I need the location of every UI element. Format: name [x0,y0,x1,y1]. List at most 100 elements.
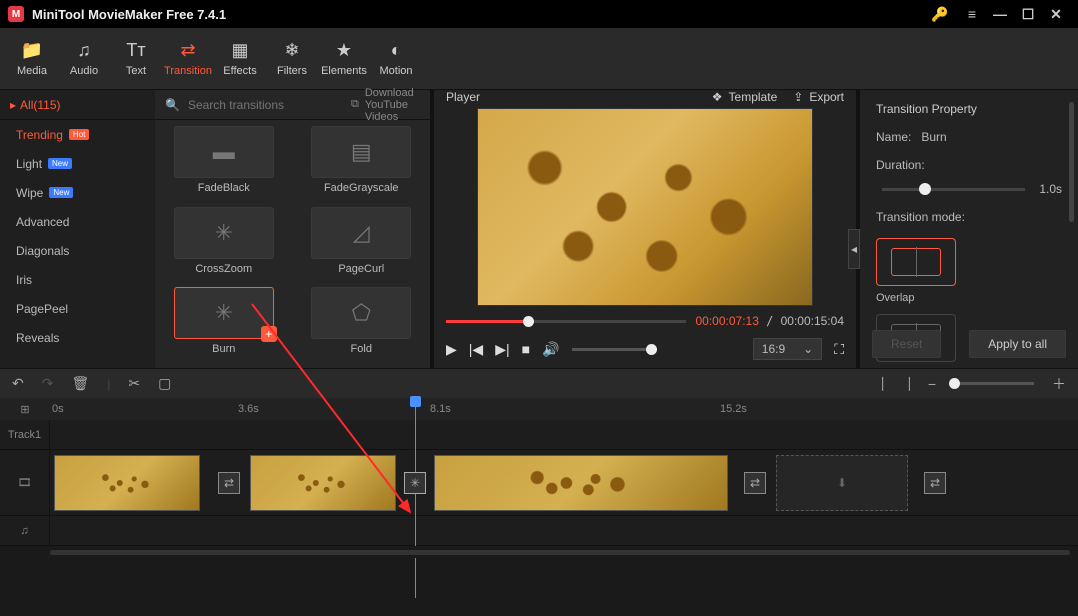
tab-motion[interactable]: ◐ Motion [370,28,422,89]
category-label: Light [16,157,42,171]
mode-overlap-label: Overlap [876,292,956,304]
category-reveals[interactable]: Reveals [0,323,155,352]
progress-bar[interactable] [446,320,686,323]
tab-audio[interactable]: ♫Audio [58,28,110,89]
timeline-scrollbar[interactable] [0,546,1078,558]
crop-button[interactable]: ▢ [158,375,171,392]
duration-slider[interactable] [882,188,1025,191]
minimize-button[interactable]: ― [986,0,1014,28]
tab-transition[interactable]: ⇄Transition [162,28,214,89]
timecode-current: 00:00:07:13 [696,314,759,328]
mode-overlap[interactable] [876,238,956,286]
player-label: Player [446,90,480,104]
transition-label: Burn [212,343,235,355]
category-sidebar: ▸ All(115) TrendingHotLightNewWipeNewAdv… [0,90,155,368]
top-toolbar: 📁Media♫AudioTᴛText⇄Transition ▦ Effects ❄Fi… [0,28,1078,90]
transition-property-panel: Transition Property Name:Burn Duration: … [860,90,1078,368]
template-icon: ❖ [712,90,723,104]
clip-placeholder[interactable]: ⬇ [776,455,908,511]
transition-slot-3[interactable]: ⇄ [744,472,766,494]
timeline-ruler[interactable]: ⊞ 0s 3.6s 8.1s 15.2s [0,398,1078,420]
text-icon: Tᴛ [126,40,145,61]
elements-icon: ★ [336,40,352,61]
category-wipe[interactable]: WipeNew [0,178,155,207]
video-track[interactable]: 🎞 ⇄ ✳ ⇄ ⬇ ⇄ [0,450,1078,516]
tab-media[interactable]: 📁Media [6,28,58,89]
category-light[interactable]: LightNew [0,149,155,178]
tab-label: Motion [379,65,412,77]
volume-icon[interactable]: 🔊 [542,341,559,358]
transition-slot-2[interactable]: ✳ [404,472,426,494]
download-icon: ⧉ [351,98,359,111]
upgrade-key-icon[interactable]: 🔑 [926,0,954,28]
aspect-ratio-select[interactable]: 16:9⌄ [753,338,822,360]
category-label: Wipe [16,186,43,200]
apply-all-button[interactable]: Apply to all [969,330,1066,358]
transition-fadeblack[interactable]: ▬FadeBlack [165,126,283,201]
clip-2[interactable] [250,455,396,511]
undo-button[interactable]: ↶ [12,375,24,392]
stop-button[interactable]: ■ [522,341,530,357]
category-label: Iris [16,273,32,287]
panel-collapse-handle[interactable]: ◂ [848,229,860,269]
transition-fadegrayscale[interactable]: ▤FadeGrayscale [303,126,421,201]
transition-slot-1[interactable]: ⇄ [218,472,240,494]
audio-track[interactable]: ♫ [0,516,1078,546]
titlebar: M MiniTool MovieMaker Free 7.4.1 🔑 ≡ ― ☐… [0,0,1078,28]
close-button[interactable]: ✕ [1042,0,1070,28]
transition-thumb: ▤ [311,126,411,178]
prev-frame-button[interactable]: |◀ [469,341,483,358]
clip-3[interactable] [434,455,728,511]
transition-crosszoom[interactable]: ✳CrossZoom [165,207,283,282]
reset-button[interactable]: Reset [872,330,941,358]
zoom-slider[interactable] [954,382,1034,385]
motion-icon: ◐ [391,40,402,61]
scrollbar[interactable] [1069,102,1074,222]
marker-icon[interactable]: ⎸⎹ [882,375,910,392]
export-button[interactable]: ⇪Export [793,90,844,104]
transition-burn[interactable]: ✳+ Burn [165,287,283,362]
split-button[interactable]: ✂ [128,375,140,392]
add-transition-button[interactable]: + [261,326,277,342]
search-input[interactable] [188,98,343,112]
duration-label: Duration: [876,158,1062,172]
fullscreen-button[interactable]: ⛶ [834,341,844,358]
transition-pagecurl[interactable]: ◿PageCurl [303,207,421,282]
play-button[interactable]: ▶ [446,341,457,358]
menu-icon[interactable]: ≡ [958,0,986,28]
zoom-in-button[interactable]: ＋ [1052,374,1066,394]
mode-label: Transition mode: [876,210,965,224]
zoom-out-button[interactable]: − [928,376,936,392]
download-youtube-button[interactable]: ⧉Download YouTube Videos [351,87,420,123]
category-pagepeel[interactable]: PagePeel [0,294,155,323]
effects-icon: ▦ [231,40,248,61]
category-all[interactable]: ▸ All(115) [0,90,155,120]
add-track-button[interactable]: ⊞ [0,398,50,420]
transition-thumb: ✳+ [174,287,274,339]
tab-text[interactable]: TᴛText [110,28,162,89]
category-diagonals[interactable]: Diagonals [0,236,155,265]
track-label: Track1 [0,420,50,449]
transition-fold[interactable]: ⬠Fold [303,287,421,362]
volume-slider[interactable] [572,348,652,351]
export-label: Export [809,90,844,104]
next-frame-button[interactable]: ▶| [495,341,509,358]
property-title: Transition Property [876,102,1062,116]
category-advanced[interactable]: Advanced [0,207,155,236]
category-iris[interactable]: Iris [0,265,155,294]
maximize-button[interactable]: ☐ [1014,0,1042,28]
delete-button[interactable]: 🗑 [71,375,89,392]
tab-filters[interactable]: ❄Filters [266,28,318,89]
clip-1[interactable] [54,455,200,511]
template-button[interactable]: ❖Template [712,90,777,104]
tab-effects[interactable]: ▦ Effects [214,28,266,89]
app-logo: M [8,6,24,22]
transition-slot-4[interactable]: ⇄ [924,472,946,494]
redo-button[interactable]: ↷ [42,375,54,392]
tab-elements[interactable]: ★Elements [318,28,370,89]
category-trending[interactable]: TrendingHot [0,120,155,149]
transition-label: PageCurl [338,263,384,275]
player-panel: Player ❖Template ⇪Export 00:00:07:13 / 0… [430,90,860,368]
tab-label: Effects [223,65,256,77]
transition-label: CrossZoom [195,263,252,275]
